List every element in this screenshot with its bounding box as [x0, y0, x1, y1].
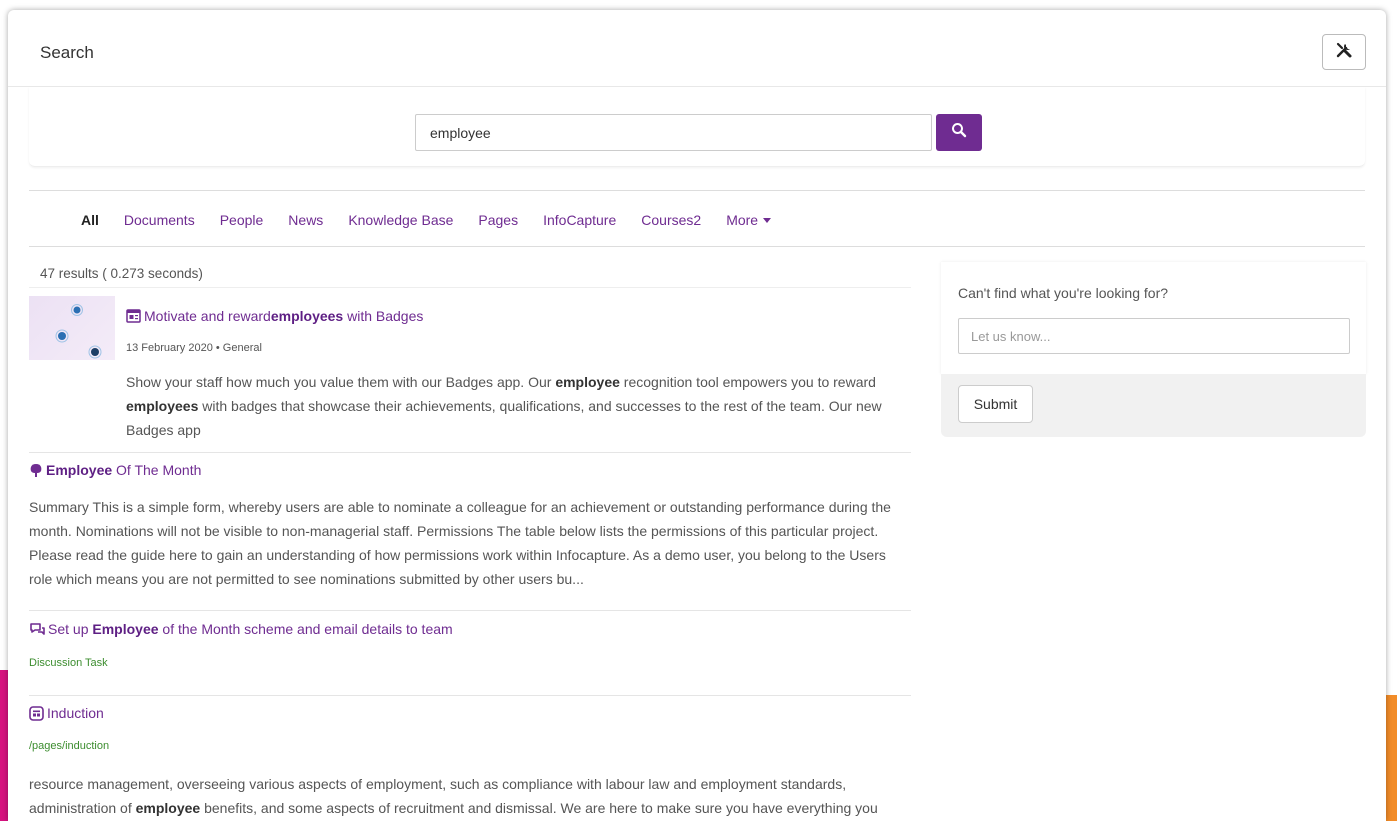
result-url: /pages/induction [29, 740, 110, 752]
tab-pages[interactable]: Pages [478, 212, 518, 228]
result-item: Induction /pages/induction resource mana… [29, 704, 911, 821]
tab-documents[interactable]: Documents [124, 212, 195, 228]
results-count: 47 results ( 0.273 seconds) [40, 266, 203, 281]
search-input[interactable] [415, 114, 932, 151]
divider [29, 246, 1365, 247]
tab-more-label: More [726, 212, 759, 228]
search-icon [951, 122, 967, 143]
modal-header: Search [8, 10, 1386, 87]
result-item: Set up Employee of the Month scheme and … [29, 620, 911, 690]
divider [29, 452, 911, 453]
result-item: Employee Of The Month Summary This is a … [29, 461, 911, 606]
result-title-link[interactable]: Motivate and reward employees with Badge… [126, 307, 423, 325]
result-title-match: Employee [92, 621, 159, 637]
tools-button[interactable] [1322, 34, 1366, 70]
search-button[interactable] [936, 114, 982, 151]
feedback-question: Can't find what you're looking for? [958, 285, 1169, 301]
tab-all[interactable]: All [81, 212, 99, 228]
tab-more[interactable]: More [726, 212, 772, 228]
feedback-panel: Can't find what you're looking for? Subm… [941, 262, 1366, 437]
news-icon [126, 309, 141, 323]
tab-knowledge-base[interactable]: Knowledge Base [348, 212, 453, 228]
tab-courses2[interactable]: Courses2 [641, 212, 701, 228]
snippet-text: with badges that showcase their achievem… [126, 398, 882, 438]
tab-infocapture[interactable]: InfoCapture [543, 212, 616, 228]
snippet-text: recognition tool empowers you to reward [619, 374, 876, 390]
feedback-input[interactable] [958, 318, 1350, 354]
result-snippet: Show your staff how much you value them … [126, 370, 896, 442]
modal-title: Search [40, 43, 94, 62]
tools-icon [1335, 41, 1353, 64]
discussion-icon [29, 622, 45, 637]
result-title-pre: Induction [47, 705, 104, 721]
tree-icon [29, 463, 43, 478]
tab-news[interactable]: News [288, 212, 323, 228]
result-title-pre: Motivate and reward [144, 308, 271, 324]
snippet-match: employee [135, 800, 201, 816]
result-title-post: Of The Month [112, 462, 202, 478]
result-title-pre: Set up [48, 621, 93, 637]
result-title-link[interactable]: Induction [29, 704, 104, 722]
result-thumbnail [29, 296, 115, 360]
divider [29, 610, 911, 611]
snippet-match: employees [126, 398, 199, 414]
search-panel [29, 87, 1365, 167]
divider [29, 190, 1365, 191]
search-modal: Search All Document [8, 10, 1386, 821]
result-type: Discussion Task [29, 657, 108, 669]
submit-button[interactable]: Submit [958, 385, 1033, 423]
snippet-match: employee [555, 374, 620, 390]
snippet-text: Show your staff how much you value them … [126, 374, 556, 390]
result-snippet: Summary This is a simple form, whereby u… [29, 499, 891, 587]
feedback-panel-body: Can't find what you're looking for? [941, 262, 1366, 374]
divider [29, 695, 911, 696]
right-accent-bar [1385, 695, 1397, 821]
divider [29, 287, 911, 288]
result-type-tabs: All Documents People News Knowledge Base… [29, 209, 796, 231]
result-snippet: resource management, overseeing various … [29, 772, 911, 821]
result-title-link[interactable]: Employee Of The Month [29, 461, 201, 479]
result-title-match: employees [270, 308, 344, 324]
page-icon [29, 705, 44, 721]
chevron-down-icon [763, 217, 772, 223]
result-item: Motivate and reward employees with Badge… [29, 296, 911, 446]
feedback-panel-footer: Submit [941, 374, 1366, 437]
result-title-link[interactable]: Set up Employee of the Month scheme and … [29, 620, 453, 638]
result-title-post: with Badges [343, 308, 424, 324]
result-title-post: of the Month scheme and email details to… [158, 621, 453, 637]
result-title-match: Employee [46, 462, 113, 478]
result-meta: 13 February 2020 • General [126, 342, 262, 354]
tab-people[interactable]: People [220, 212, 264, 228]
